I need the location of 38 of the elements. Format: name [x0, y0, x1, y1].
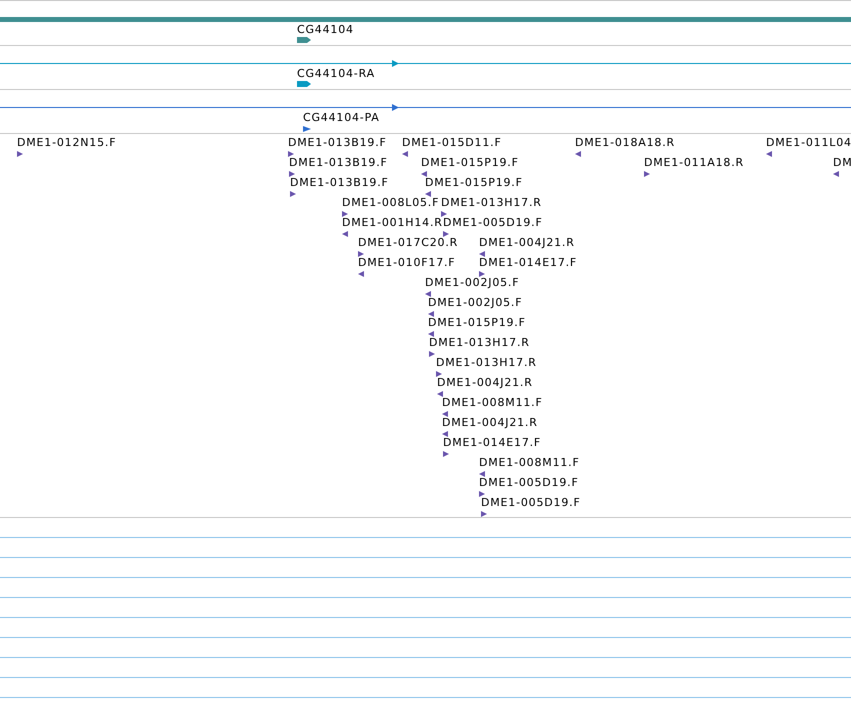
read-label[interactable]: DME1-002J05.F [425, 276, 520, 289]
read-label[interactable]: DME1-008L05.F [342, 196, 440, 209]
strand-arrow-icon [392, 60, 399, 67]
read-label[interactable]: DME1-010F17.F [358, 256, 456, 269]
read-label[interactable]: DME1-012N15.F [17, 136, 116, 149]
read-label[interactable]: DME1-015P19.F [425, 176, 523, 189]
read-label[interactable]: DME1-002J05.F [428, 296, 522, 309]
read-label[interactable]: DME1-005D19.F [479, 476, 579, 489]
read-label[interactable]: DME1-013H17.R [441, 196, 542, 209]
feature-glyph-icon[interactable] [297, 37, 311, 43]
read-label[interactable]: DME1-014E17.F [479, 256, 578, 269]
read-label[interactable]: DME1-005D19.F [481, 496, 581, 509]
read-label[interactable]: DME1-015P19.F [428, 316, 526, 329]
track-feature-label[interactable]: CG44104-RA [297, 67, 375, 80]
read-label[interactable]: DME1-013H17.R [429, 336, 530, 349]
read-label[interactable]: DME1-004J21.R [479, 236, 575, 249]
read-label[interactable]: DME1-014E17.F [443, 436, 542, 449]
read-label[interactable]: DME1-008M11.F [479, 456, 580, 469]
read-label[interactable]: DME1-015P19.F [421, 156, 519, 169]
strand-arrow-icon [392, 104, 399, 111]
read-label[interactable]: DME1-018A18.R [575, 136, 675, 149]
read-label[interactable]: DME1-013B19.F [289, 156, 388, 169]
read-label[interactable]: DME1-013H17.R [436, 356, 537, 369]
read-label[interactable]: DME1-008M11.F [442, 396, 543, 409]
read-label[interactable]: DME1-013B19.F [290, 176, 389, 189]
read-label[interactable]: DME1-017C20.R [358, 236, 458, 249]
track-feature-label[interactable]: CG44104 [297, 23, 354, 36]
read-label[interactable]: DME1-001H14.R [342, 216, 443, 229]
read-label[interactable]: DME1-015D11.F [402, 136, 502, 149]
read-label[interactable]: DME1-013B19.F [288, 136, 387, 149]
feature-glyph-icon[interactable] [297, 81, 311, 87]
track-feature-label[interactable]: CG44104-PA [303, 111, 380, 124]
read-label[interactable]: DME1-011A18.R [644, 156, 744, 169]
feature-glyph-icon[interactable] [303, 126, 311, 132]
read-label[interactable]: DME1-004J21.R [442, 416, 538, 429]
read-label[interactable]: DME1-004J21.R [437, 376, 533, 389]
read-label[interactable]: DME1-011L04 [766, 136, 851, 149]
read-label[interactable]: DME1-005D19.F [443, 216, 543, 229]
